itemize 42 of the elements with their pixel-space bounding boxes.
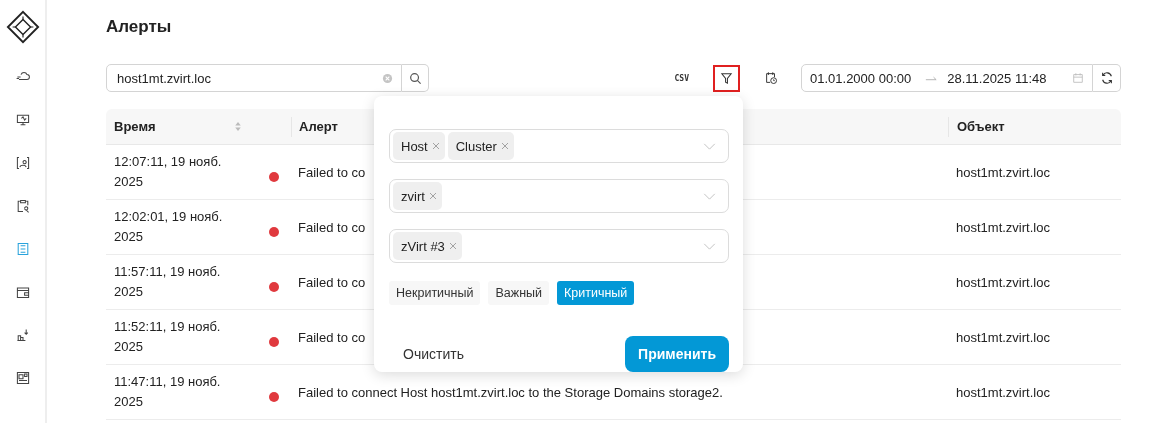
alert-cell: Failed to co: [298, 164, 366, 180]
calendar-clock-icon[interactable]: [764, 71, 778, 85]
refresh-button[interactable]: [1093, 64, 1121, 92]
filter-icon: [720, 71, 733, 85]
severity-toggle[interactable]: Некритичный: [389, 281, 481, 305]
filter-button[interactable]: [713, 64, 740, 92]
column-header: Объект: [957, 119, 1005, 134]
search-icon: [408, 71, 422, 85]
logo-icon[interactable]: [5, 10, 40, 44]
alert-cell: Failed to co: [298, 274, 366, 290]
tag-label: zVirt #3: [401, 238, 445, 254]
object-cell: host1mt.zvirt.loc: [956, 329, 1050, 345]
alert-cell: Failed to co: [298, 329, 366, 345]
object-cell: host1mt.zvirt.loc: [956, 384, 1050, 400]
date-to: 28.11.2025 11:48: [947, 70, 1047, 86]
column-header[interactable]: Время: [114, 119, 156, 134]
tag-label: Cluster: [455, 138, 497, 154]
time-cell-text: 11:57:11, 19 нояб. 2025: [114, 263, 222, 301]
time-cell-text: 12:07:11, 19 нояб. 2025: [114, 153, 223, 191]
object-cell: host1mt.zvirt.loc: [956, 219, 1050, 235]
alert-cell: Failed to connect Host host1mt.zvirt.loc to the Storage Domains storage2.: [298, 384, 723, 400]
chart-icon[interactable]: [14, 326, 31, 344]
tag-label: Host: [401, 138, 428, 154]
time-cell-text: 11:52:11, 19 нояб. 2025: [114, 318, 222, 356]
user-frame-icon[interactable]: [14, 154, 31, 172]
csv-button[interactable]: CSV: [674, 73, 689, 83]
date-range-field[interactable]: 01.01.2000 00:00 28.11.2025 11:48: [801, 64, 1093, 92]
object-cell: host1mt.zvirt.loc: [956, 274, 1050, 290]
time-cell-text: 11:47:11, 19 нояб. 2025: [114, 373, 222, 411]
time-cell-text: 12:02:01, 19 нояб. 2025: [114, 208, 224, 246]
clear-button[interactable]: Очистить: [389, 346, 478, 362]
tag-label: zvirt: [401, 188, 425, 204]
dashboard-icon[interactable]: [14, 369, 31, 387]
page-title: Алерты: [106, 17, 173, 38]
object-cell: host1mt.zvirt.loc: [956, 164, 1050, 180]
search-button[interactable]: [402, 64, 429, 92]
refresh-icon: [1099, 71, 1114, 85]
severity-toggle[interactable]: Важный: [488, 281, 549, 305]
search-field[interactable]: host1mt.zvirt.loc: [106, 64, 402, 92]
date-from: 01.01.2000 00:00: [810, 70, 912, 86]
alert-cell: Failed to co: [298, 219, 366, 235]
column-header: Алерт: [299, 119, 338, 134]
